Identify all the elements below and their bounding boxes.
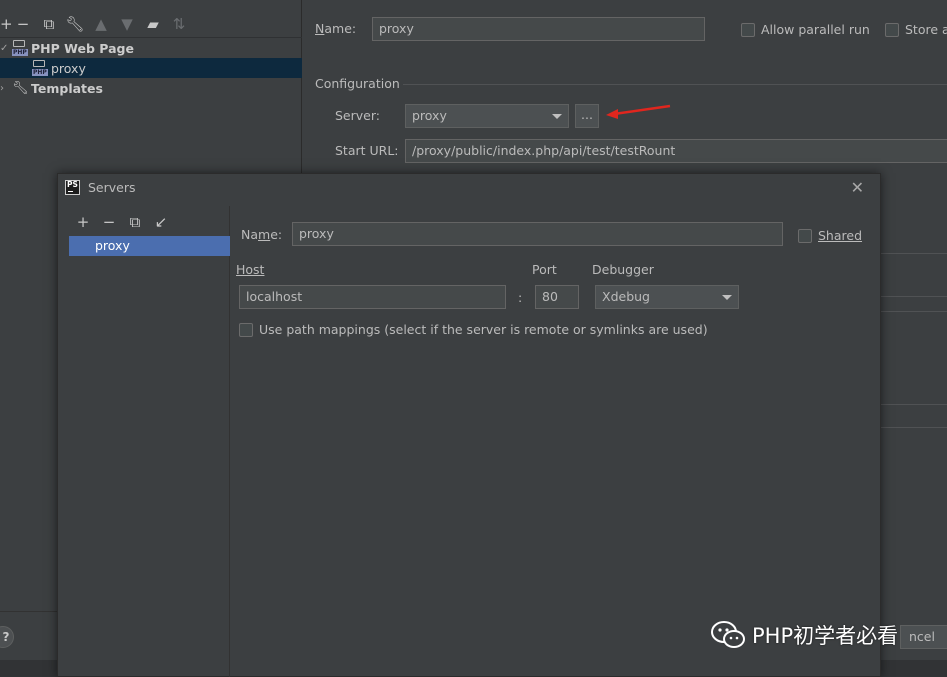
copy-icon[interactable]: ⧉	[36, 14, 62, 34]
remove-icon[interactable]: −	[96, 212, 122, 232]
move-down-icon[interactable]: ▼	[114, 14, 140, 34]
wrench-icon: 🔧︎	[12, 80, 29, 96]
watermark-text: PHP初学者必看	[752, 624, 899, 648]
divider	[0, 611, 57, 612]
servers-dialog: PS Servers ✕ + − ⧉ ↙ proxy Name: proxy S…	[57, 173, 881, 677]
tree-item-proxy[interactable]: PHP proxy	[0, 58, 302, 78]
allow-parallel-run-checkbox[interactable]: Allow parallel run	[741, 22, 870, 37]
tree-item-label: Templates	[31, 80, 103, 96]
shared-label: Shared	[818, 228, 863, 243]
host-field[interactable]: localhost	[239, 285, 506, 309]
name-label: Name:	[315, 21, 357, 36]
server-select-value: proxy	[412, 108, 447, 123]
chevron-down-icon	[552, 114, 562, 119]
port-separator: :	[518, 290, 523, 305]
move-up-icon[interactable]: ▲	[88, 14, 114, 34]
start-url-field[interactable]: /proxy/public/index.php/api/test/testRou…	[405, 139, 947, 163]
debugger-select-value: Xdebug	[602, 289, 650, 304]
servers-list-panel: + − ⧉ ↙ proxy	[58, 206, 230, 677]
add-icon[interactable]: +	[0, 14, 13, 34]
server-label: Server:	[335, 108, 380, 123]
server-name-label: Name:	[241, 227, 283, 242]
divider	[880, 253, 947, 254]
chevron-down-icon[interactable]: ✓	[0, 43, 12, 54]
host-label: Host	[236, 262, 265, 277]
checkbox-icon[interactable]	[798, 228, 812, 243]
chevron-right-icon[interactable]: ›	[0, 83, 12, 94]
server-list-item-proxy[interactable]: proxy	[69, 236, 230, 256]
dialog-title-bar: PS Servers ✕	[58, 174, 880, 202]
divider	[880, 427, 947, 428]
tree-item-php-web-page[interactable]: ✓ PHP PHP Web Page	[0, 38, 302, 58]
servers-toolbar: + − ⧉ ↙	[70, 212, 174, 232]
shared-checkbox[interactable]: Shared	[798, 228, 862, 243]
allow-parallel-label: Allow parallel run	[761, 22, 870, 37]
divider	[880, 404, 947, 405]
use-path-mappings-label: Use path mappings (select if the server …	[259, 322, 708, 337]
port-label: Port	[532, 262, 557, 277]
checkbox-icon[interactable]	[239, 322, 253, 337]
debugger-label: Debugger	[592, 262, 654, 277]
php-icon: PHP	[12, 40, 28, 56]
use-path-mappings-checkbox[interactable]: Use path mappings (select if the server …	[239, 322, 708, 337]
copy-icon[interactable]: ⧉	[122, 212, 148, 232]
tree-toolbar: + − ⧉ 🔧︎ ▲ ▼ ▰ ⇅	[0, 14, 192, 34]
server-name-field[interactable]: proxy	[292, 222, 783, 246]
tree-item-label: proxy	[51, 60, 86, 76]
close-icon[interactable]: ✕	[851, 178, 864, 197]
phpstorm-icon: PS	[65, 180, 80, 195]
name-field[interactable]: proxy	[372, 17, 705, 41]
sort-icon[interactable]: ⇅	[166, 14, 192, 34]
annotation-arrow-icon	[606, 104, 671, 119]
checkbox-icon[interactable]	[741, 22, 755, 37]
cancel-button[interactable]: ncel	[900, 625, 947, 649]
divider	[403, 84, 947, 85]
tree-item-templates[interactable]: › 🔧︎ Templates	[0, 78, 302, 98]
port-field[interactable]: 80	[535, 285, 579, 309]
remove-icon[interactable]: −	[10, 14, 36, 34]
browse-servers-button[interactable]: ...	[575, 104, 599, 128]
tree-item-label: PHP Web Page	[31, 40, 134, 56]
import-icon[interactable]: ↙	[148, 212, 174, 232]
wechat-icon	[711, 621, 745, 648]
start-url-label: Start URL:	[335, 143, 399, 158]
php-icon: PHP	[32, 60, 48, 76]
watermark: PHP初学者必看	[710, 620, 898, 650]
store-checkbox[interactable]: Store a	[885, 22, 947, 37]
debugger-select[interactable]: Xdebug	[595, 285, 739, 309]
add-icon[interactable]: +	[70, 212, 96, 232]
divider	[880, 311, 947, 312]
dialog-title: Servers	[88, 180, 136, 195]
configuration-heading: Configuration	[315, 76, 400, 91]
store-label: Store a	[905, 22, 947, 37]
divider	[880, 296, 947, 297]
wrench-icon[interactable]: 🔧︎	[62, 14, 88, 34]
checkbox-icon[interactable]	[885, 22, 899, 37]
help-button[interactable]: ?	[0, 626, 14, 648]
server-select[interactable]: proxy	[405, 104, 569, 128]
chevron-down-icon	[722, 295, 732, 300]
new-folder-icon[interactable]: ▰	[140, 14, 166, 34]
